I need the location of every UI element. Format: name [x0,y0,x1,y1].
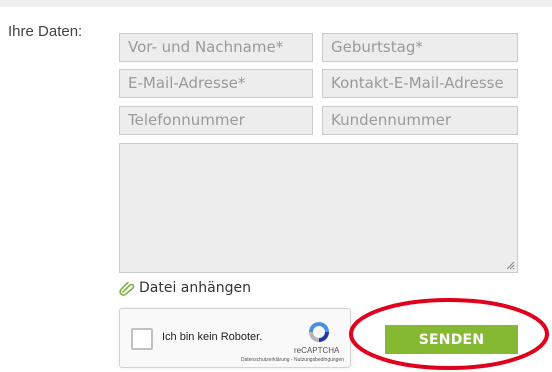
paperclip-icon [119,281,135,296]
email-field[interactable]: E-Mail-Adresse* [119,69,313,98]
recaptcha-widget: Ich bin kein Roboter. reCAPTCHA Datensch… [119,308,351,368]
attach-file-link[interactable]: Datei anhängen [119,278,251,298]
recaptcha-label: Ich bin kein Roboter. [162,331,263,343]
phone-field[interactable]: Telefonnummer [119,106,313,135]
recaptcha-brand: reCAPTCHA [294,346,340,355]
customer-number-field[interactable]: Kundennummer [322,106,518,135]
birthday-field[interactable]: Geburtstag* [322,33,518,62]
attach-file-label: Datei anhängen [139,280,251,296]
contact-email-field[interactable]: Kontakt-E-Mail-Adresse [322,69,518,98]
recaptcha-logo-icon [309,322,329,342]
message-textarea[interactable] [119,143,518,273]
name-field[interactable]: Vor- und Nachname* [119,33,313,62]
resize-grip-icon[interactable] [505,260,515,270]
send-button[interactable]: SENDEN [385,325,518,354]
top-divider [0,0,552,7]
form-section-label: Ihre Daten: [8,23,83,40]
recaptcha-links[interactable]: Datenschutzerklärung - Nutzungsbedingung… [241,357,344,363]
recaptcha-checkbox[interactable] [131,328,153,350]
